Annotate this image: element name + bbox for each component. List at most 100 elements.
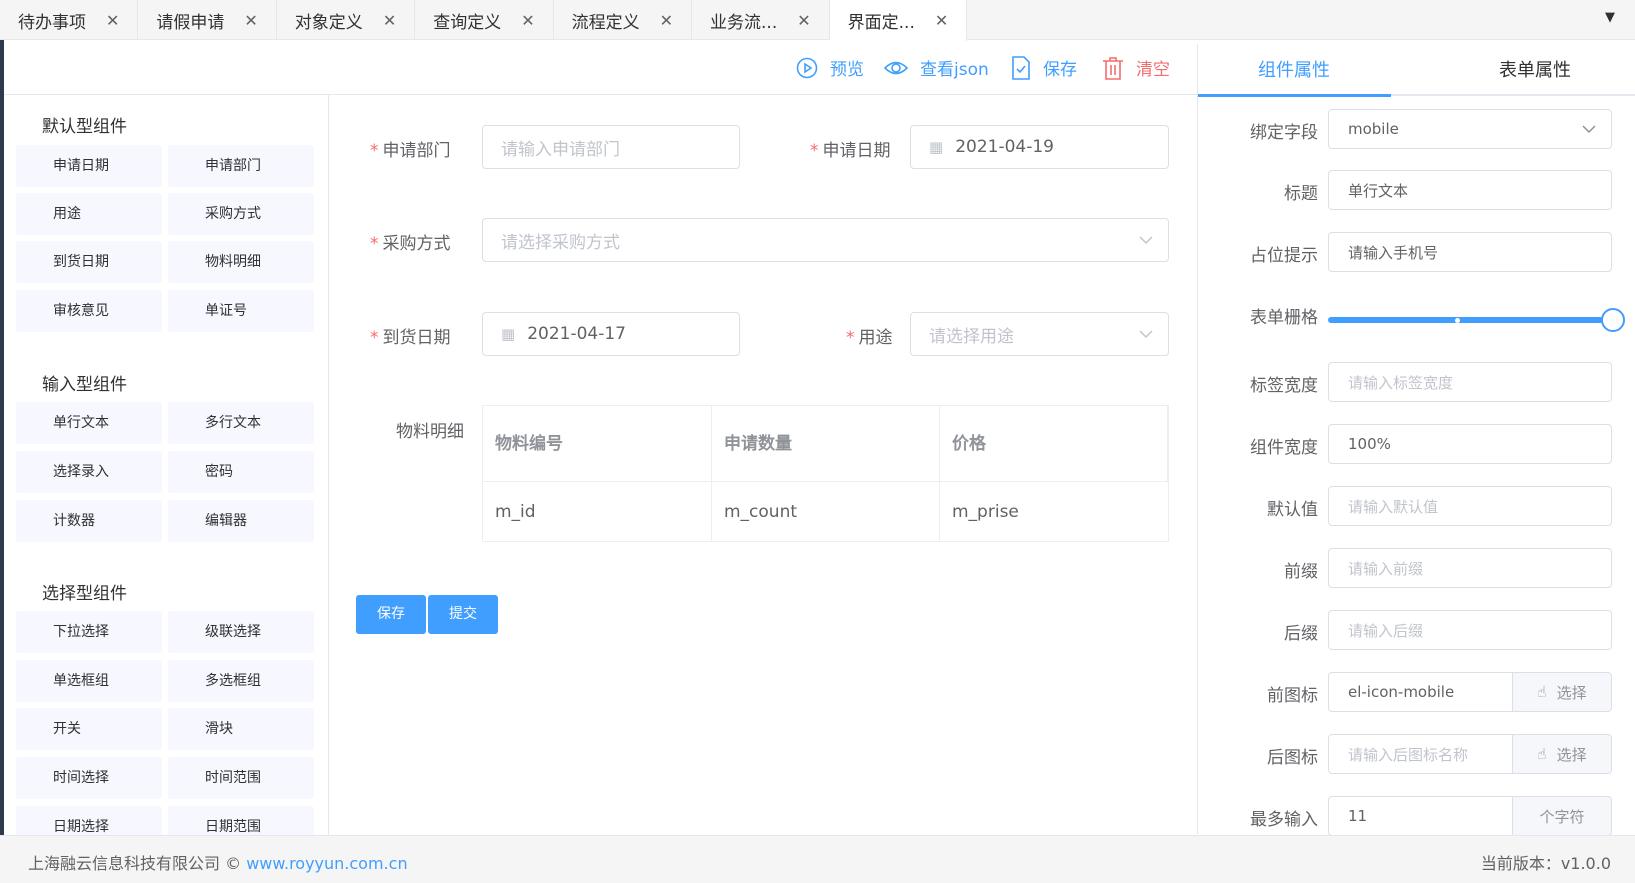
label-width-input[interactable]: 请输入标签宽度 [1328,362,1612,402]
close-icon[interactable]: ✕ [797,11,810,30]
date-input[interactable]: ▦ 2021-04-19 [910,125,1169,169]
table-header-cell: 价格 [940,406,1168,482]
tab-query[interactable]: 查询定义 ✕ [415,0,554,40]
close-icon[interactable]: ✕ [244,11,257,30]
form-submit-button[interactable]: 提交 [428,595,498,634]
tab-label: 对象定义 [294,12,363,33]
footer: 上海融云信息科技有限公司 © www.royyun.com.cn 当前版本：v1… [0,835,1635,883]
bind-field-select[interactable]: mobile [1328,109,1612,149]
arrival-date-input[interactable]: ▦ 2021-04-17 [482,312,740,356]
pointer-icon: ☝ [1537,683,1547,701]
tab-object[interactable]: 对象定义 ✕ [277,0,416,40]
dept-input[interactable]: 请输入申请部门 [482,125,740,169]
component-item[interactable]: 用途 [16,193,162,235]
group-title-select: 选择型组件 [42,584,127,604]
prefix-icon-label: 前图标 [1267,686,1318,706]
component-item[interactable]: 日期范围 [168,806,314,835]
max-length-input[interactable]: 11 [1328,796,1513,836]
view-json-button[interactable]: 查看json [884,55,989,80]
component-item[interactable]: 申请日期 [16,145,162,187]
table-cell: m_prise [952,502,1019,522]
version-text: 当前版本：v1.0.0 [1480,854,1611,873]
placeholder-input[interactable]: 请输入手机号 [1328,232,1612,272]
tab-leave[interactable]: 请假申请 ✕ [138,0,277,40]
group-title-default: 默认型组件 [42,117,127,137]
max-length-unit: 个字符 [1512,796,1612,836]
caret-down-icon[interactable]: ▼ [1605,10,1615,25]
suffix-input[interactable]: 请输入后缀 [1328,610,1612,650]
component-item[interactable]: 到货日期 [16,241,162,283]
component-item[interactable]: 审核意见 [16,290,162,332]
document-check-icon [1012,55,1030,80]
component-item[interactable]: 申请部门 [168,145,314,187]
component-item[interactable]: 采购方式 [168,193,314,235]
eye-icon [884,61,908,74]
label-width-label: 标签宽度 [1250,376,1318,396]
close-icon[interactable]: ✕ [383,11,396,30]
preview-button[interactable]: 预览 [796,55,864,80]
slider-handle[interactable] [1601,308,1625,332]
tab-ui-define[interactable]: 界面定... ✕ [829,0,968,41]
component-item[interactable]: 单证号 [168,290,314,332]
grid-slider[interactable] [1328,317,1612,323]
suffix-icon-label: 后图标 [1267,748,1318,768]
material-label: 物料明细 [396,422,464,442]
purchase-select[interactable]: 请选择采购方式 [482,218,1169,262]
suffix-icon-input[interactable]: 请输入后图标名称 [1328,734,1513,774]
close-icon[interactable]: ✕ [521,11,534,30]
site-link[interactable]: www.royyun.com.cn [246,854,407,873]
component-item[interactable]: 单行文本 [16,402,162,444]
date-label: * 申请日期 [810,141,891,161]
properties-panel: 组件属性 表单属性 绑定字段 mobile 标题 单行文本 占位提示 请输入手机… [1197,44,1635,836]
save-toolbar-button[interactable]: 保存 [1011,55,1077,80]
prefix-icon-input[interactable]: el-icon-mobile [1328,672,1513,712]
purchase-label: * 采购方式 [370,234,451,254]
usage-select[interactable]: 请选择用途 [910,312,1169,356]
component-item[interactable]: 多选框组 [168,660,314,702]
close-icon[interactable]: ✕ [106,11,119,30]
component-item[interactable]: 计数器 [16,500,162,542]
component-item[interactable]: 物料明细 [168,241,314,283]
comp-width-input[interactable]: 100% [1328,424,1612,464]
component-item[interactable]: 开关 [16,708,162,750]
component-item[interactable]: 下拉选择 [16,611,162,653]
prefix-input[interactable]: 请输入前缀 [1328,548,1612,588]
table-cell: m_count [712,482,940,542]
chevron-down-icon [1582,125,1596,134]
component-item[interactable]: 日期选择 [16,806,162,835]
component-item[interactable]: 滑块 [168,708,314,750]
component-item[interactable]: 时间选择 [16,757,162,799]
slider-stop [1455,318,1460,323]
close-icon[interactable]: ✕ [935,11,948,30]
title-label: 标题 [1284,184,1318,204]
suffix-label: 后缀 [1284,624,1318,644]
tab-bar: 待办事项 ✕ 请假申请 ✕ 对象定义 ✕ 查询定义 ✕ 流程定义 ✕ 业务流... ✕ 界面… [0,0,1635,41]
component-item[interactable]: 级联选择 [168,611,314,653]
component-item[interactable]: 选择录入 [16,451,162,493]
component-item[interactable]: 单选框组 [16,660,162,702]
form-save-button[interactable]: 保存 [356,595,426,634]
component-item[interactable]: 多行文本 [168,402,314,444]
table-cell: m_id [483,482,712,542]
clear-button[interactable]: 清空 [1102,55,1170,80]
tab-todo[interactable]: 待办事项 ✕ [0,0,139,40]
component-item[interactable]: 编辑器 [168,500,314,542]
component-item[interactable]: 时间范围 [168,757,314,799]
tab-form-props[interactable]: 表单属性 [1499,56,1571,82]
tab-process[interactable]: 流程定义 ✕ [554,0,693,40]
tab-business[interactable]: 业务流... ✕ [692,0,830,40]
max-length-label: 最多输入 [1250,810,1318,830]
calendar-icon: ▦ [501,325,516,343]
tab-active-indicator [1198,94,1391,97]
suffix-icon-choose-button[interactable]: ☝ 选择 [1512,734,1612,774]
table-header-cell: 物料编号 [483,406,712,482]
prefix-icon-choose-button[interactable]: ☝ 选择 [1512,672,1612,712]
prefix-label: 前缀 [1284,562,1318,582]
close-icon[interactable]: ✕ [660,11,673,30]
usage-label: * 用途 [846,328,893,348]
default-value-input[interactable]: 请输入默认值 [1328,486,1612,526]
component-item[interactable]: 密码 [168,451,314,493]
tab-component-props[interactable]: 组件属性 [1258,56,1330,82]
chevron-down-icon [1139,236,1153,245]
title-input[interactable]: 单行文本 [1328,170,1612,210]
